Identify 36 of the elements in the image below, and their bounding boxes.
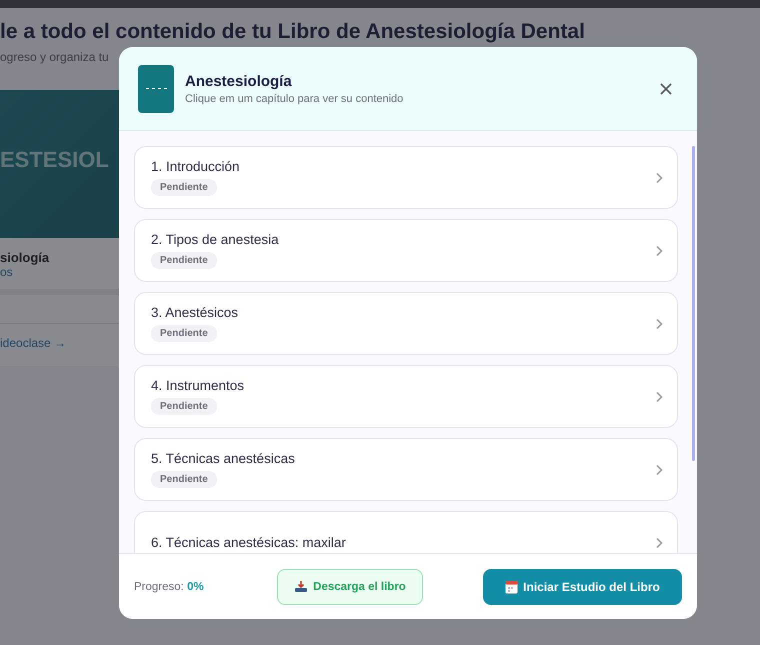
start-study-button[interactable]: Iniciar Estudio del Libro: [483, 568, 682, 604]
chapter-title: 2. Tipos de anestesia: [151, 232, 279, 247]
cover-title: ESTESIOL: [0, 147, 109, 173]
chapter-item[interactable]: 5. Técnicas anestésicas Pendiente: [134, 438, 678, 501]
status-badge: Pendiente: [151, 325, 217, 342]
chapter-title: 1. Introducción: [151, 159, 240, 174]
download-tray-icon: [294, 580, 308, 593]
chapter-title: 6. Técnicas anestésicas: maxilar: [151, 535, 346, 550]
chevron-icon: [655, 244, 663, 256]
close-icon: [660, 82, 672, 94]
status-badge: Pendiente: [151, 252, 217, 269]
book-title: siología: [0, 250, 50, 265]
chevron-icon: [655, 318, 663, 330]
book-thumbnail: [138, 64, 174, 112]
chapter-title: 5. Técnicas anestésicas: [151, 451, 295, 466]
chapter-title: 3. Anestésicos: [151, 305, 238, 320]
status-badge: Pendiente: [151, 179, 217, 196]
dialog-title: Anestesiología: [185, 72, 293, 90]
chapter-item[interactable]: 1. Introducción Pendiente: [134, 146, 678, 209]
calendar-icon: [505, 580, 518, 594]
chapter-item[interactable]: 3. Anestésicos Pendiente: [134, 292, 678, 355]
chevron-icon: [655, 536, 663, 548]
chevron-icon: [655, 464, 663, 476]
chapter-item[interactable]: 4. Instrumentos Pendiente: [134, 365, 678, 428]
book-subtitle: os: [0, 265, 14, 279]
page-subheading: ogreso y organiza tu: [0, 50, 110, 64]
chapter-title: 4. Instrumentos: [151, 378, 244, 393]
chevron-icon: [655, 390, 663, 402]
dialog-subtitle: Clique em um capítulo para ver su contenido: [185, 92, 404, 104]
page-heading: le a todo el contenido de tu Libro de Anestesiología Dental: [0, 20, 586, 44]
chapter-item[interactable]: 2. Tipos de anestesia Pendiente: [134, 219, 678, 282]
status-badge: Pendiente: [151, 471, 217, 488]
progress-text: Progreso: 0%: [134, 580, 205, 592]
status-badge: Pendiente: [151, 398, 217, 415]
chevron-icon: [655, 172, 663, 184]
chapter-item[interactable]: 6. Técnicas anestésicas: maxilar: [134, 511, 678, 553]
